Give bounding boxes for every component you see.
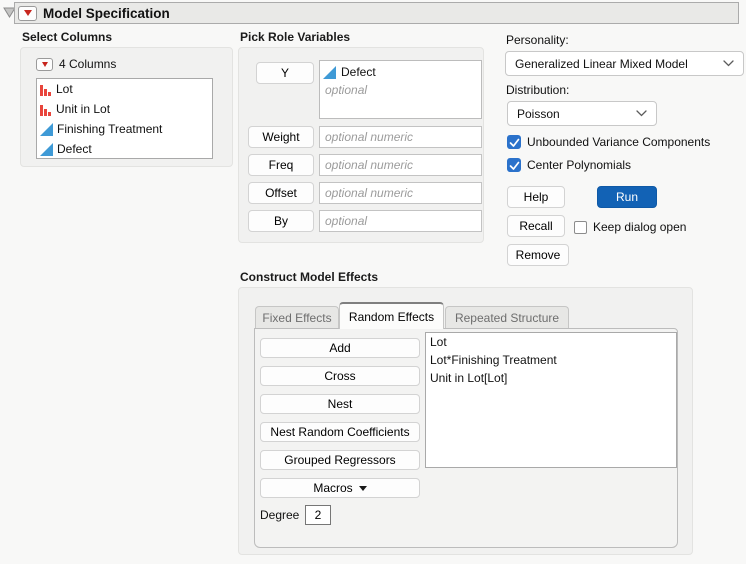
- effect-list-item[interactable]: Lot: [426, 333, 676, 351]
- effect-list-item[interactable]: Unit in Lot[Lot]: [426, 369, 676, 387]
- y-role-value[interactable]: Defect: [320, 61, 481, 81]
- personality-label: Personality:: [506, 33, 569, 47]
- continuous-triangle-icon: [323, 65, 336, 79]
- columns-menu-button[interactable]: [36, 57, 53, 71]
- cross-button[interactable]: Cross: [260, 366, 420, 386]
- offset-input[interactable]: [319, 182, 482, 204]
- macros-button[interactable]: Macros: [260, 478, 420, 498]
- center-polynomials-label: Center Polynomials: [527, 158, 632, 172]
- by-input[interactable]: [319, 210, 482, 232]
- unbounded-variance-checkbox-row[interactable]: Unbounded Variance Components: [507, 135, 710, 149]
- checkbox-unchecked-icon[interactable]: [574, 220, 587, 234]
- pick-roles-header: Pick Role Variables: [240, 30, 351, 44]
- y-role-button[interactable]: Y: [256, 62, 314, 84]
- effects-listbox[interactable]: Lot Lot*Finishing Treatment Unit in Lot[…: [425, 332, 677, 468]
- continuous-triangle-icon: [40, 122, 53, 136]
- pick-roles-panel: Y Defect optional Weight Freq Offset By: [238, 47, 484, 243]
- red-triangle-menu-button[interactable]: [18, 5, 37, 21]
- center-polynomials-checkbox-row[interactable]: Center Polynomials: [507, 158, 631, 172]
- title-band: Model Specification: [14, 2, 739, 24]
- nominal-bars-icon: [40, 84, 51, 96]
- degree-label: Degree: [260, 508, 300, 522]
- distribution-dropdown[interactable]: Poisson: [507, 101, 657, 126]
- effect-list-item[interactable]: Lot*Finishing Treatment: [426, 351, 676, 369]
- columns-count-label: 4 Columns: [59, 57, 117, 71]
- recall-button[interactable]: Recall: [507, 215, 565, 237]
- column-list-item[interactable]: Defect: [37, 139, 212, 159]
- unbounded-variance-label: Unbounded Variance Components: [527, 135, 711, 149]
- chevron-down-icon: [723, 60, 734, 67]
- y-drop-zone[interactable]: Defect optional: [319, 60, 482, 119]
- checkbox-checked-icon[interactable]: [507, 158, 521, 172]
- nest-random-coefficients-button[interactable]: Nest Random Coefficients: [260, 422, 420, 442]
- freq-role-button[interactable]: Freq: [248, 154, 314, 176]
- tab-random-effects[interactable]: Random Effects: [339, 302, 444, 329]
- keep-dialog-open-checkbox-row[interactable]: Keep dialog open: [574, 220, 686, 234]
- red-triangle-icon: [23, 10, 32, 16]
- keep-dialog-open-label: Keep dialog open: [593, 220, 687, 234]
- remove-button[interactable]: Remove: [507, 244, 569, 266]
- by-role-button[interactable]: By: [248, 210, 314, 232]
- columns-listbox[interactable]: Lot Unit in Lot Finishing Treatment Defe…: [36, 78, 213, 159]
- tab-fixed-effects[interactable]: Fixed Effects: [255, 306, 339, 329]
- page-title: Model Specification: [43, 5, 170, 21]
- chevron-down-icon: [636, 110, 647, 117]
- degree-input[interactable]: [305, 505, 331, 525]
- weight-role-button[interactable]: Weight: [248, 126, 314, 148]
- nominal-bars-icon: [40, 104, 51, 116]
- random-effects-tab-pane: Add Cross Nest Nest Random Coefficients …: [254, 328, 678, 548]
- y-optional-placeholder: optional: [325, 83, 368, 97]
- help-button[interactable]: Help: [507, 186, 565, 208]
- effects-panel: Fixed Effects Random Effects Repeated St…: [238, 287, 693, 555]
- column-list-item[interactable]: Lot: [37, 79, 212, 99]
- column-list-item[interactable]: Unit in Lot: [37, 99, 212, 119]
- effects-header: Construct Model Effects: [240, 270, 379, 284]
- run-button[interactable]: Run: [597, 186, 657, 208]
- grouped-regressors-button[interactable]: Grouped Regressors: [260, 450, 420, 470]
- add-button[interactable]: Add: [260, 338, 420, 358]
- column-list-item[interactable]: Finishing Treatment: [37, 119, 212, 139]
- personality-dropdown[interactable]: Generalized Linear Mixed Model: [505, 51, 744, 76]
- distribution-label: Distribution:: [506, 83, 570, 97]
- caret-down-icon: [358, 485, 367, 491]
- freq-input[interactable]: [319, 154, 482, 176]
- checkbox-checked-icon[interactable]: [507, 135, 521, 149]
- select-columns-panel: 4 Columns Lot Unit in Lot Finishing Trea…: [20, 47, 233, 167]
- select-columns-header: Select Columns: [22, 30, 113, 44]
- offset-role-button[interactable]: Offset: [248, 182, 314, 204]
- tab-repeated-structure[interactable]: Repeated Structure: [445, 306, 569, 329]
- continuous-triangle-icon: [40, 142, 53, 156]
- nest-button[interactable]: Nest: [260, 394, 420, 414]
- weight-input[interactable]: [319, 126, 482, 148]
- red-triangle-icon: [41, 61, 48, 67]
